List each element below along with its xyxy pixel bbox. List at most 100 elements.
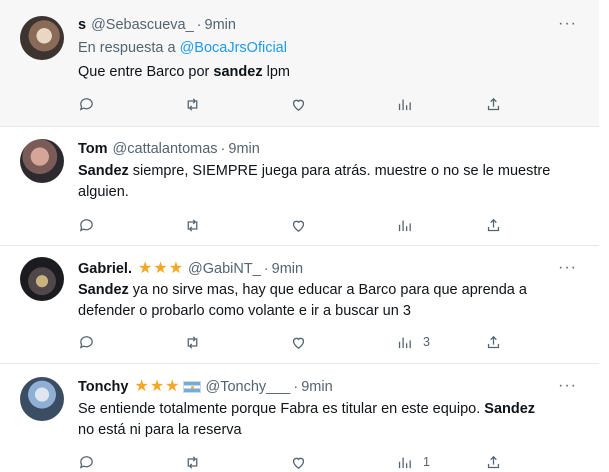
text-segment: siempre, SIEMPRE juega para atrás. muest… <box>128 163 551 179</box>
tweet-text: Sandez siempre, SIEMPRE juega para atrás… <box>78 161 578 203</box>
text-segment: Que entre Barco por <box>78 64 214 80</box>
action-bar: 1 <box>0 452 599 472</box>
like-icon <box>292 220 305 232</box>
tweet-header: Tonchy ★ ★ ★ @Tonchy___ · 9min <box>78 377 333 397</box>
user-name[interactable]: Tonchy <box>78 379 128 395</box>
like-button[interactable] <box>290 452 307 472</box>
star-icon: ★ <box>153 260 168 277</box>
tweet-text: Que entre Barco por sandez lpm <box>78 62 578 83</box>
tweet-text: Sandez ya no sirve mas, hay que educar a… <box>78 280 578 322</box>
share-icon <box>487 335 500 348</box>
like-button[interactable] <box>290 215 307 235</box>
retweet-button[interactable] <box>184 215 201 235</box>
tweet-3[interactable]: Gabriel. ★ ★ ★ @GabiNT_ · 9min ··· Sande… <box>0 246 599 364</box>
retweet-icon <box>187 218 198 232</box>
user-name[interactable]: Tom <box>78 141 108 157</box>
more-icon[interactable]: ··· <box>558 377 577 395</box>
timestamp[interactable]: 9min <box>228 141 259 157</box>
timestamp[interactable]: 9min <box>272 261 303 277</box>
user-name[interactable]: s <box>78 17 86 33</box>
timestamp[interactable]: 9min <box>205 17 236 33</box>
share-button[interactable] <box>485 215 502 235</box>
reply-prefix: En respuesta a <box>78 40 176 56</box>
views-icon <box>398 99 411 110</box>
reply-icon <box>79 97 93 111</box>
action-bar: 3 <box>0 332 599 352</box>
tweet-text: Se entiende totalmente porque Fabra es t… <box>78 399 578 441</box>
user-name[interactable]: Gabriel. <box>78 261 132 277</box>
like-icon <box>292 457 305 469</box>
star-badges: ★ ★ ★ <box>138 261 183 277</box>
reply-button[interactable] <box>78 215 95 235</box>
tweet-1[interactable]: s @Sebascueva_ · 9min ··· En respuesta a… <box>0 0 599 127</box>
views-button[interactable] <box>396 215 423 235</box>
avatar[interactable] <box>20 377 64 421</box>
action-bar <box>0 94 599 114</box>
star-icon: ★ <box>168 260 184 277</box>
like-icon <box>292 337 305 349</box>
star-icon: ★ <box>165 378 180 395</box>
views-button[interactable] <box>396 94 423 114</box>
reply-button[interactable] <box>78 452 95 472</box>
text-segment: no está ni para la reserva <box>78 422 242 438</box>
reply-icon <box>79 218 93 232</box>
views-count: 1 <box>423 455 430 469</box>
views-icon <box>398 220 411 231</box>
separator-dot: · <box>263 261 269 277</box>
user-handle[interactable]: @cattalantomas <box>113 141 218 157</box>
like-icon <box>292 99 305 111</box>
user-handle[interactable]: @GabiNT_ <box>188 261 261 277</box>
separator-dot: · <box>293 379 299 395</box>
text-bold: Sandez <box>78 163 129 179</box>
text-segment: ya no sirve mas, hay que educar a Barco … <box>128 282 527 298</box>
views-button[interactable]: 3 <box>396 332 430 352</box>
share-icon <box>487 455 500 468</box>
like-button[interactable] <box>290 332 307 352</box>
text-segment: alguien. <box>78 184 129 200</box>
tweet-2[interactable]: Tom @cattalantomas · 9min Sandez siempre… <box>0 127 599 246</box>
text-bold: Sandez <box>484 401 536 417</box>
share-icon <box>487 218 500 231</box>
reply-icon <box>79 335 93 349</box>
tweet-4[interactable]: Tonchy ★ ★ ★ @Tonchy___ · 9min ··· Se en… <box>0 364 599 472</box>
share-button[interactable] <box>485 94 502 114</box>
tweet-header: Gabriel. ★ ★ ★ @GabiNT_ · 9min <box>78 259 303 279</box>
user-handle[interactable]: @Tonchy___ <box>206 379 291 395</box>
tweet-header: Tom @cattalantomas · 9min <box>78 139 260 159</box>
retweet-button[interactable] <box>184 332 201 352</box>
reply-button[interactable] <box>78 332 95 352</box>
more-icon[interactable]: ··· <box>558 15 577 33</box>
views-count: 3 <box>423 335 430 349</box>
more-icon[interactable]: ··· <box>558 259 577 277</box>
avatar[interactable] <box>20 16 64 60</box>
star-icon: ★ <box>149 378 165 395</box>
user-handle[interactable]: @Sebascueva_ <box>91 17 194 33</box>
text-segment: lpm <box>262 64 290 80</box>
reply-icon <box>79 455 93 469</box>
separator-dot: · <box>196 17 202 33</box>
text-segment: defender o probarlo como volante e ir a … <box>78 303 411 319</box>
share-button[interactable] <box>485 332 502 352</box>
text-segment: Se entiende totalmente porque Fabra es t… <box>78 401 485 417</box>
views-button[interactable]: 1 <box>396 452 430 472</box>
share-button[interactable] <box>485 452 502 472</box>
retweet-icon <box>187 455 198 469</box>
text-bold: Sandez <box>78 282 129 298</box>
text-bold: sandez <box>213 64 263 80</box>
views-icon <box>398 337 411 348</box>
argentina-flag-icon <box>182 381 201 393</box>
avatar[interactable] <box>20 139 64 183</box>
avatar[interactable] <box>20 257 64 301</box>
retweet-button[interactable] <box>184 94 201 114</box>
retweet-button[interactable] <box>184 452 201 472</box>
like-button[interactable] <box>290 94 307 114</box>
reply-context: En respuesta a @BocaJrsOficial <box>78 40 287 56</box>
action-bar <box>0 215 599 235</box>
retweet-icon <box>187 335 198 349</box>
timestamp[interactable]: 9min <box>301 379 332 395</box>
star-icon: ★ <box>138 260 153 277</box>
reply-button[interactable] <box>78 94 95 114</box>
views-icon <box>398 457 411 468</box>
star-badges: ★ ★ ★ <box>134 379 179 395</box>
reply-mention-link[interactable]: @BocaJrsOficial <box>180 40 287 56</box>
